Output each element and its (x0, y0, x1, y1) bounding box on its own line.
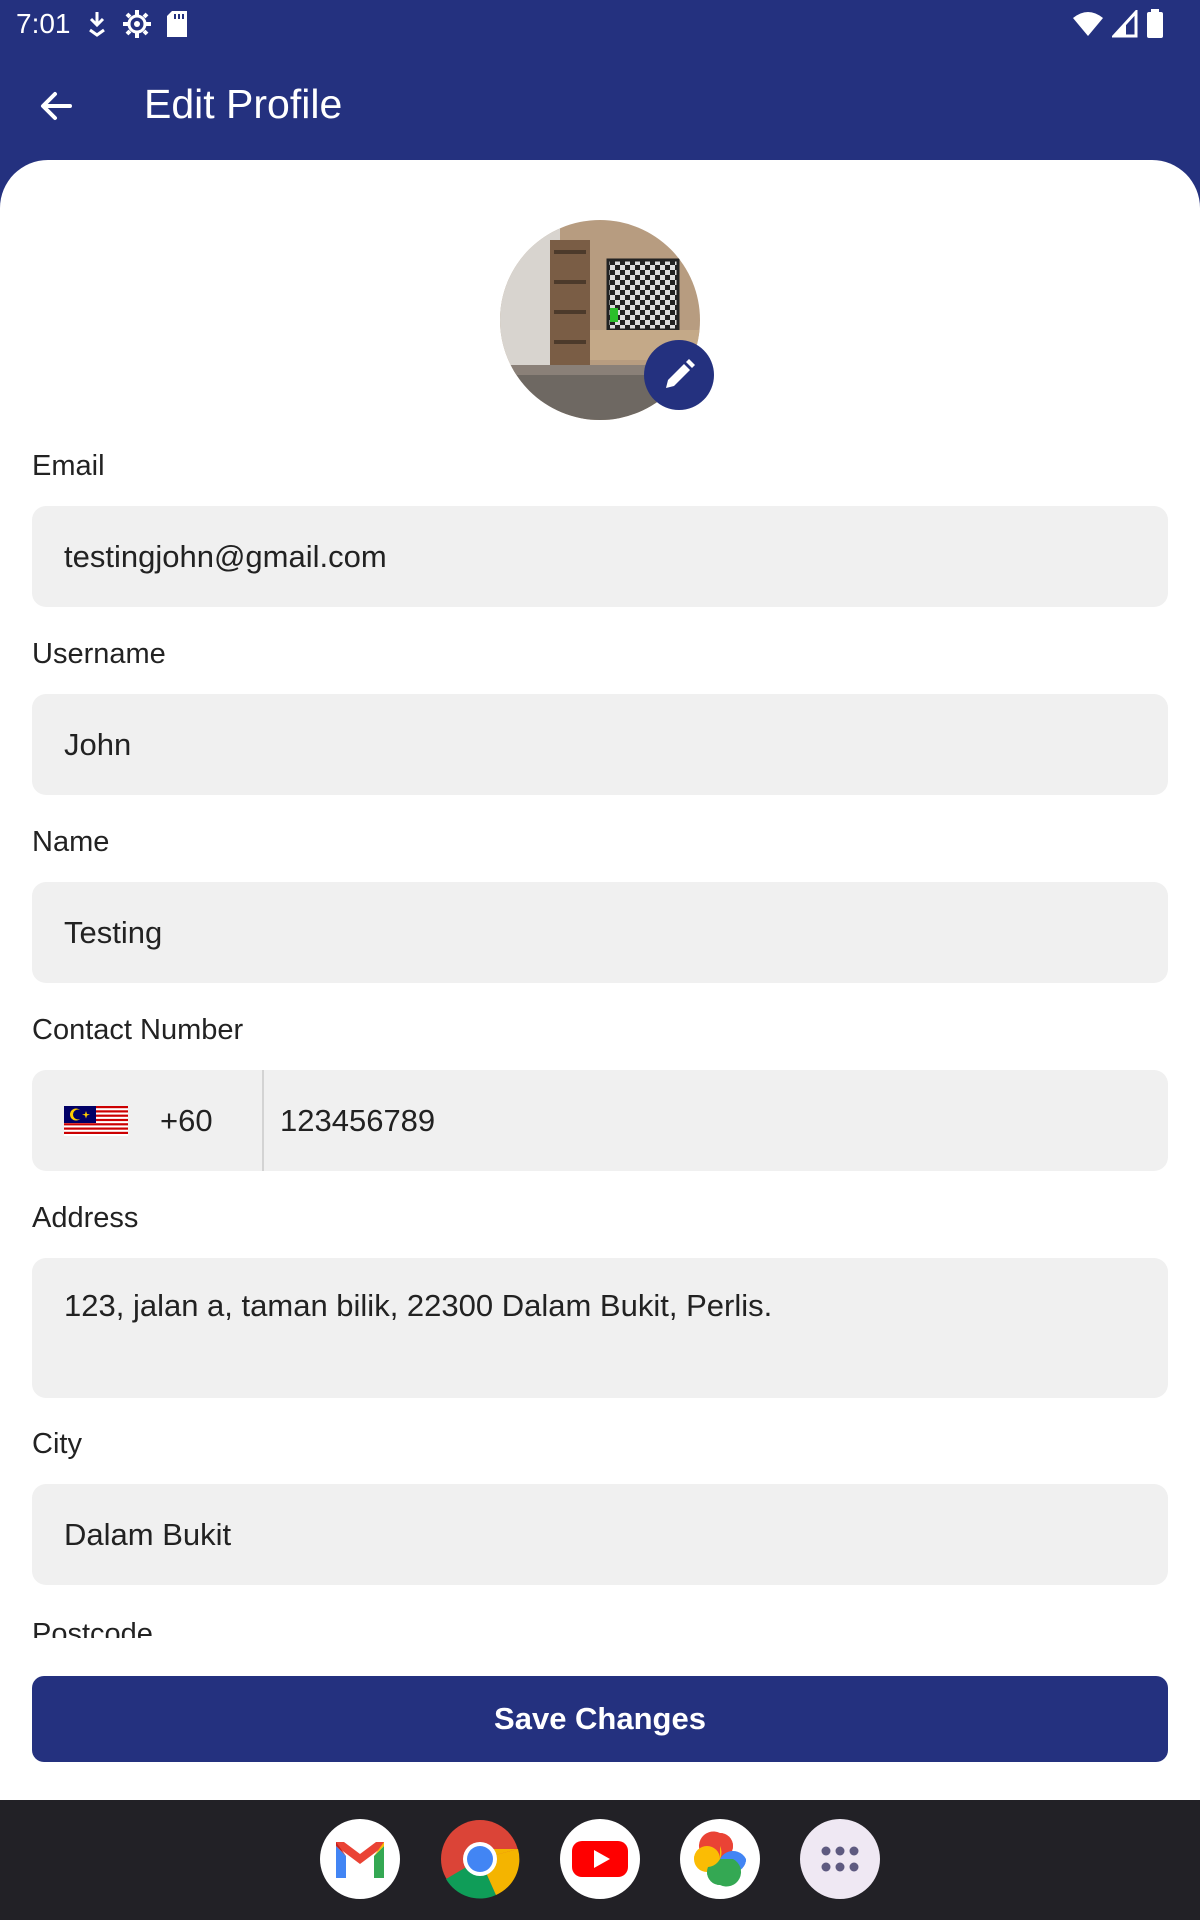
username-field[interactable] (32, 694, 1168, 795)
email-input[interactable] (32, 506, 1168, 607)
status-icons-right (1072, 9, 1164, 39)
username-label: Username (32, 638, 166, 670)
country-code-picker[interactable]: +60 (32, 1070, 264, 1171)
contact-number-field: +60 (32, 1070, 1168, 1171)
phone-number-input[interactable] (264, 1070, 1168, 1171)
app-bar: Edit Profile (0, 50, 1200, 160)
edit-avatar-button[interactable] (644, 340, 714, 410)
username-input[interactable] (32, 694, 1168, 795)
city-field[interactable] (32, 1484, 1168, 1585)
name-field[interactable] (32, 882, 1168, 983)
back-button[interactable] (28, 78, 84, 134)
dock-app-drawer[interactable] (800, 1819, 880, 1899)
status-bar: 7:01 (0, 0, 1200, 50)
address-field[interactable]: 123, jalan a, taman bilik, 22300 Dalam B… (32, 1258, 1168, 1398)
city-label: City (32, 1428, 82, 1460)
chrome-icon (441, 1820, 520, 1899)
malaysia-flag-icon (64, 1105, 128, 1136)
dock-app-chrome[interactable] (440, 1819, 520, 1899)
save-changes-button[interactable]: Save Changes (32, 1676, 1168, 1762)
name-label: Name (32, 826, 110, 858)
dock-app-gmail[interactable] (320, 1819, 400, 1899)
country-dial-code: +60 (160, 1102, 213, 1138)
download-icon (89, 12, 105, 37)
app-dock (0, 1800, 1200, 1920)
signal-icon (1112, 10, 1138, 38)
address-label: Address (32, 1202, 139, 1234)
name-input[interactable] (32, 882, 1168, 983)
status-icons-left (86, 9, 188, 39)
youtube-icon (572, 1841, 628, 1877)
photos-icon (694, 1831, 746, 1887)
page-title: Edit Profile (144, 81, 343, 127)
gmail-icon (336, 1842, 384, 1878)
address-input[interactable]: 123, jalan a, taman bilik, 22300 Dalam B… (32, 1258, 1168, 1398)
avatar-container (500, 220, 714, 420)
email-label: Email (32, 450, 105, 482)
city-input[interactable] (32, 1484, 1168, 1585)
dock-app-youtube[interactable] (560, 1819, 640, 1899)
dock-app-photos[interactable] (680, 1819, 760, 1899)
status-time: 7:01 (16, 8, 71, 39)
battery-icon (1147, 9, 1163, 38)
phone-input-wrap (264, 1070, 1168, 1171)
save-area: Save Changes (0, 1638, 1200, 1800)
settings-icon (123, 10, 151, 38)
wifi-icon (1073, 12, 1103, 36)
arrow-back-icon (41, 92, 72, 120)
pencil-icon (666, 359, 695, 388)
sd-card-icon (167, 11, 187, 37)
app-drawer-icon (821, 1846, 859, 1872)
contact-number-label: Contact Number (32, 1014, 244, 1046)
email-field[interactable] (32, 506, 1168, 607)
edit-profile-sheet: Email Username Name Contact Number (0, 160, 1200, 1800)
